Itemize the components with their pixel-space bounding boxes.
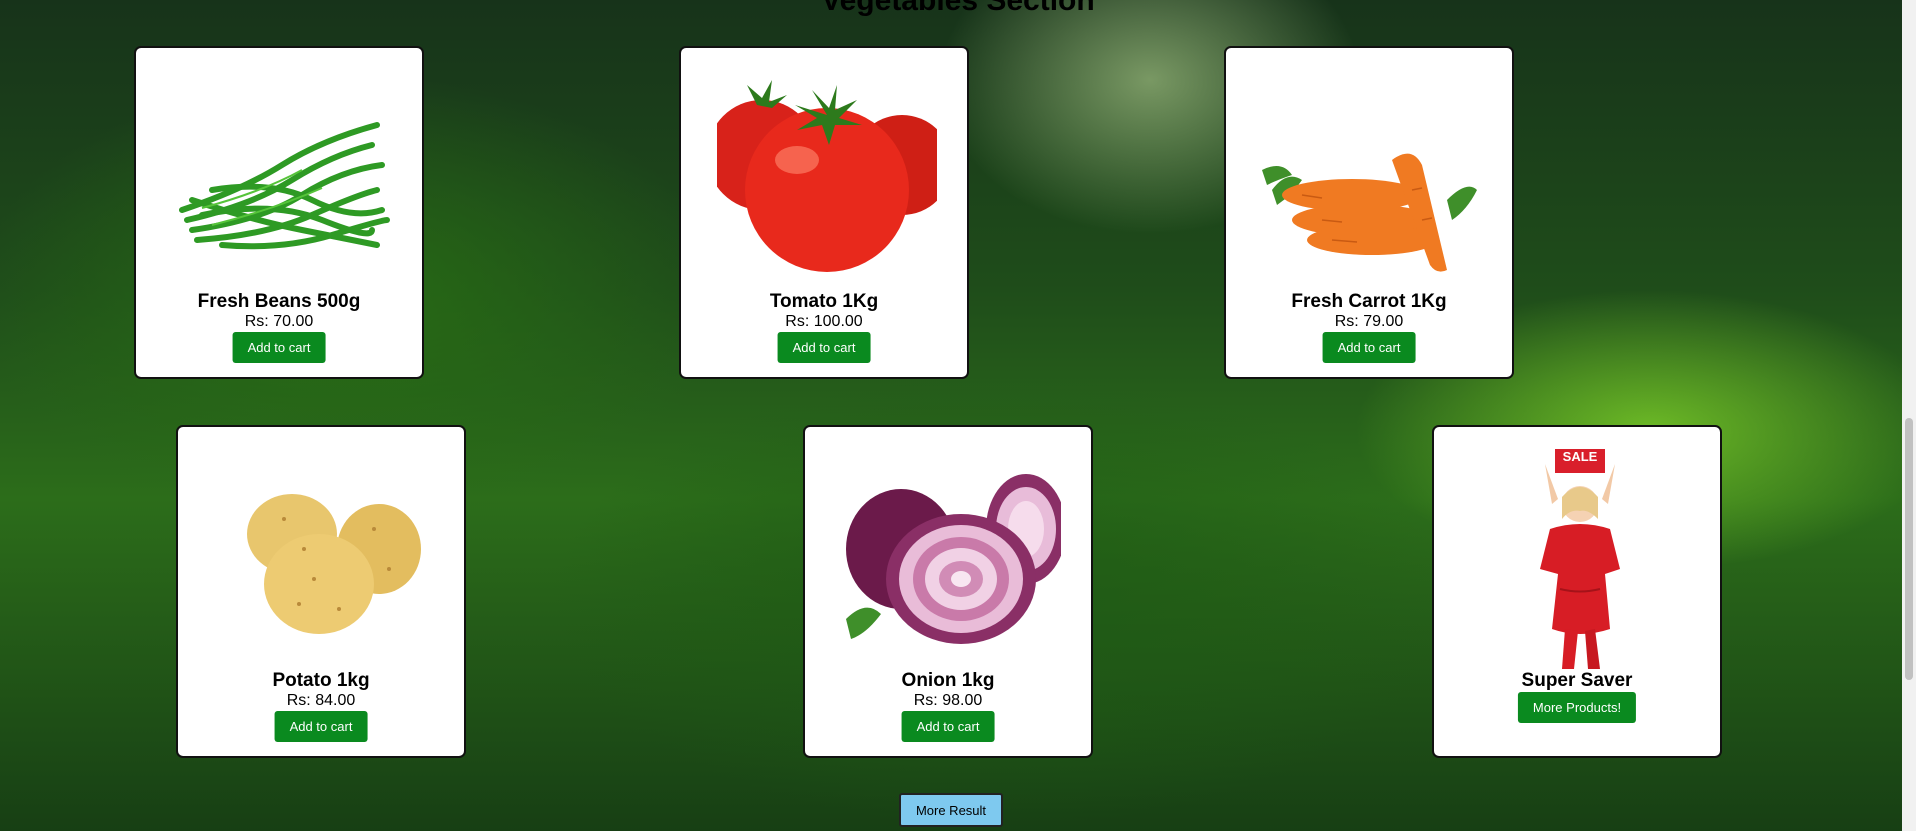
product-name: Tomato 1Kg xyxy=(769,291,879,312)
more-products-button[interactable]: More Products! xyxy=(1517,692,1637,723)
product-name: Super Saver xyxy=(1521,670,1633,691)
product-card-beans: Fresh Beans 500g Rs: 70.00 Add to cart xyxy=(134,46,424,379)
add-to-cart-button[interactable]: Add to cart xyxy=(274,711,368,742)
product-card-tomato: Tomato 1Kg Rs: 100.00 Add to cart xyxy=(679,46,969,379)
more-result-button[interactable]: More Result xyxy=(899,793,1003,827)
scrollbar-thumb[interactable] xyxy=(1905,418,1913,680)
vertical-scrollbar[interactable] xyxy=(1902,0,1916,831)
add-to-cart-button[interactable]: Add to cart xyxy=(901,711,995,742)
sale-promo-image: SALE xyxy=(1470,449,1690,669)
tomatoes-image xyxy=(717,70,937,290)
red-onions-image xyxy=(841,449,1061,669)
add-to-cart-button[interactable]: Add to cart xyxy=(777,332,871,363)
potatoes-image xyxy=(214,449,434,669)
add-to-cart-button[interactable]: Add to cart xyxy=(232,332,326,363)
product-card-onion: Onion 1kg Rs: 98.00 Add to cart xyxy=(803,425,1093,758)
product-name: Fresh Carrot 1Kg xyxy=(1291,291,1447,312)
green-beans-image xyxy=(172,70,392,290)
carrots-image xyxy=(1262,70,1482,290)
product-price: Rs: 98.00 xyxy=(913,692,983,709)
product-price: Rs: 79.00 xyxy=(1334,313,1404,330)
sale-badge-label: SALE xyxy=(1563,449,1598,464)
section-title: Vegetables Section xyxy=(821,0,1095,17)
product-price: Rs: 100.00 xyxy=(785,313,863,330)
product-name: Fresh Beans 500g xyxy=(197,291,361,312)
add-to-cart-button[interactable]: Add to cart xyxy=(1322,332,1416,363)
product-price: Rs: 84.00 xyxy=(286,692,356,709)
product-price: Rs: 70.00 xyxy=(244,313,314,330)
product-name: Onion 1kg xyxy=(901,670,995,691)
product-card-potato: Potato 1kg Rs: 84.00 Add to cart xyxy=(176,425,466,758)
product-card-carrot: Fresh Carrot 1Kg Rs: 79.00 Add to cart xyxy=(1224,46,1514,379)
product-card-super-saver: SALE Super Saver More Products! xyxy=(1432,425,1722,758)
product-name: Potato 1kg xyxy=(272,670,370,691)
